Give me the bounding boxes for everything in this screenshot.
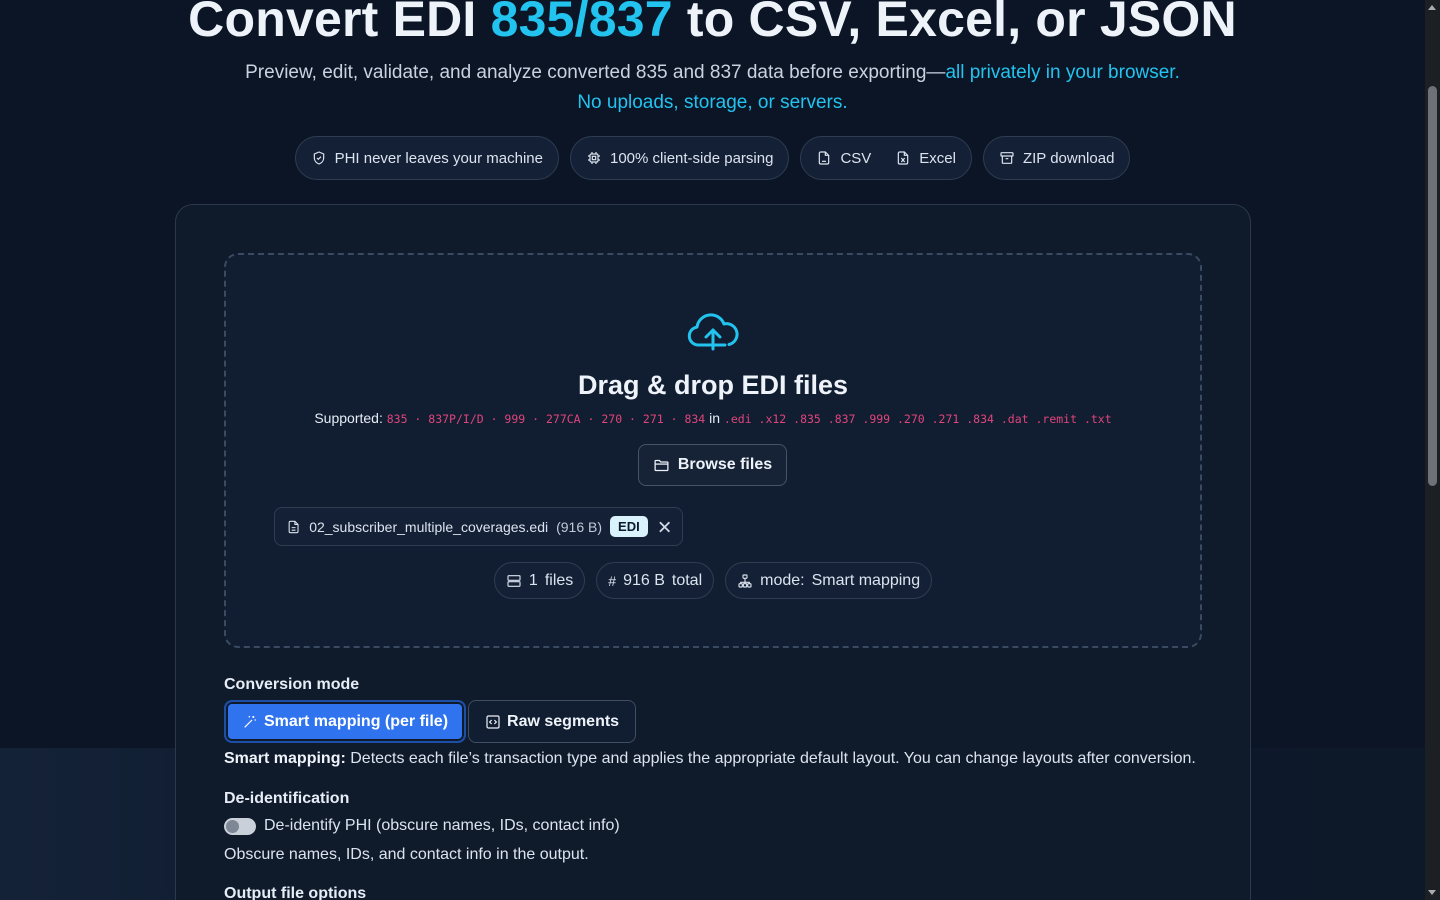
browse-files-button[interactable]: Browse files — [638, 444, 787, 486]
conversion-mode-heading: Conversion mode — [224, 676, 360, 693]
deid-heading: De-identification — [224, 790, 350, 807]
scroll-down-arrow[interactable] — [1428, 890, 1436, 895]
supported-formats: Supported: 835 · 837P/I/D · 999 · 277CA … — [314, 410, 1112, 426]
conversion-mode-toggle: Smart mapping (per file) Raw segments — [224, 700, 637, 743]
hash-icon: # — [608, 572, 617, 589]
deid-toggle-row[interactable]: De-identify PHI (obscure names, IDs, con… — [224, 817, 620, 835]
stat-total-size: # 916 B total — [596, 562, 715, 599]
file-name: 02_subscriber_multiple_coverages.edi — [309, 518, 549, 535]
hero-subtitle: Preview, edit, validate, and analyze con… — [245, 62, 1180, 113]
file-size: (916 B) — [556, 518, 603, 535]
dropzone-title: Drag & drop EDI files — [577, 370, 849, 400]
hero-title-accent: 835/837 — [490, 0, 673, 47]
scrollbar-thumb[interactable] — [1428, 86, 1437, 486]
transaction-types: 835 · 837P/I/D · 999 · 277CA · 270 · 271… — [386, 412, 706, 426]
server-icon — [507, 574, 521, 587]
raw-segments-button[interactable]: Raw segments — [468, 700, 637, 743]
converter-card: Drag & drop EDI files Supported: 835 · 8… — [175, 204, 1251, 900]
selected-file-chip: 02_subscriber_multiple_coverages.edi (91… — [274, 507, 683, 546]
page-scrollbar[interactable] — [1425, 0, 1440, 900]
conversion-mode-description: Smart mapping: Detects each file’s trans… — [224, 750, 1196, 767]
deid-toggle-label: De-identify PHI (obscure names, IDs, con… — [264, 817, 620, 834]
file-stats: 1 files # 916 B total mode: Smart mappin… — [226, 562, 1200, 599]
pill-zip: ZIP download — [982, 136, 1131, 180]
pill-phi: PHI never leaves your machine — [294, 136, 559, 180]
pill-client-side: 100% client-side parsing — [570, 136, 790, 180]
csv-file-icon — [819, 151, 830, 165]
magic-wand-icon — [244, 715, 256, 728]
file-extensions: .edi .x12 .835 .837 .999 .270 .271 .834 … — [723, 412, 1112, 426]
file-dropzone[interactable]: Drag & drop EDI files Supported: 835 · 8… — [224, 253, 1202, 648]
archive-icon — [1000, 152, 1014, 164]
page: Convert EDI 835/837 to CSV, Excel, or JS… — [0, 0, 1425, 900]
deid-switch[interactable] — [224, 817, 256, 835]
deid-description: Obscure names, IDs, and contact info in … — [224, 846, 589, 863]
pill-formats: CSV Excel — [800, 136, 972, 180]
smart-mapping-button[interactable]: Smart mapping (per file) — [224, 700, 467, 743]
chip-icon — [588, 152, 600, 164]
scroll-up-arrow[interactable] — [1428, 5, 1436, 10]
excel-file-icon — [898, 151, 909, 165]
shield-icon — [313, 151, 324, 165]
code-icon — [486, 714, 500, 729]
output-options-heading: Output file options — [224, 885, 367, 900]
feature-pills: PHI never leaves your machine 100% clien… — [0, 136, 1425, 180]
network-icon — [738, 573, 752, 588]
file-type-badge: EDI — [610, 516, 648, 537]
remove-file-icon[interactable] — [658, 520, 671, 534]
file-icon — [288, 520, 299, 533]
folder-icon — [654, 459, 669, 471]
stat-files: 1 files — [493, 562, 586, 599]
cloud-upload-icon — [687, 313, 739, 351]
hero-title: Convert EDI 835/837 to CSV, Excel, or JS… — [0, 0, 1425, 48]
stat-mode: mode: Smart mapping — [725, 562, 933, 599]
